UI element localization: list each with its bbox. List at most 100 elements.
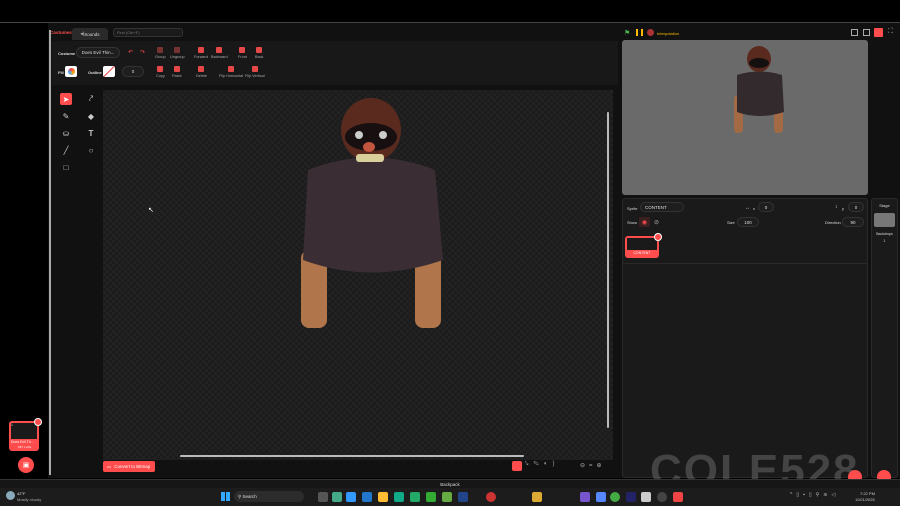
outline-width-input[interactable]: 0 [122, 66, 144, 77]
flip-horizontal-button[interactable]: Flip Horizontal [219, 66, 243, 78]
backward-button[interactable]: Backward [211, 47, 228, 59]
group-button[interactable]: Group [155, 47, 166, 59]
backpack-bar[interactable]: Backpack [0, 479, 900, 488]
app-icon[interactable] [346, 492, 356, 502]
delete-sprite-icon[interactable] [654, 233, 662, 241]
zoom-reset-icon[interactable]: = [589, 463, 597, 469]
forward-button[interactable]: Forward [194, 47, 208, 59]
sprite-label: Sprite [627, 206, 638, 211]
costume-name-input[interactable]: Does Evil Thin... [76, 47, 120, 58]
app-icon[interactable] [486, 492, 496, 502]
rectangle-tool-icon[interactable]: □ [60, 161, 72, 173]
paint-canvas[interactable] [103, 90, 613, 460]
tab-sounds[interactable]: ◂) Sounds [72, 28, 108, 40]
file-explorer-icon[interactable] [378, 492, 388, 502]
direction-input[interactable]: 90 [842, 217, 864, 227]
after-effects-icon[interactable] [626, 492, 636, 502]
system-tray-icons[interactable]: ^▯▪▯⚲≋◁ [790, 492, 839, 498]
app-icon[interactable] [580, 492, 590, 502]
stop-icon[interactable] [647, 29, 654, 36]
convert-to-bitmap-button[interactable]: ▭ Convert to Bitmap [103, 461, 155, 472]
add-costume-button[interactable]: ▣ [18, 457, 34, 473]
flip-vertical-label: Flip Vertical [245, 74, 265, 78]
color-palette-icon [67, 68, 75, 75]
undo-icon[interactable]: ↶ [128, 49, 133, 56]
paste-button[interactable]: Paste [172, 66, 182, 78]
circle-tool-icon[interactable]: ○ [85, 144, 97, 156]
show-hidden-icon[interactable]: ⊘ [651, 217, 662, 227]
clock-time[interactable]: 7:22 PM [860, 491, 875, 496]
copy-button[interactable]: Copy [156, 66, 165, 78]
minecraft-icon[interactable] [442, 492, 452, 502]
normal-stage-icon[interactable] [863, 29, 870, 36]
ungroup-button[interactable]: Ungroup [170, 47, 185, 59]
x-input[interactable]: 0 [758, 202, 774, 212]
sprite-item[interactable]: CONTENT [625, 233, 662, 258]
back-button[interactable]: Back [255, 47, 263, 59]
horizontal-scrollbar[interactable] [180, 455, 524, 457]
pause-icon[interactable] [636, 29, 643, 36]
flip-horizontal-icon [228, 66, 235, 72]
y-input[interactable]: 0 [848, 202, 864, 212]
zoom-controls[interactable]: ⊖=⊕ [580, 462, 606, 469]
app-icon[interactable] [362, 492, 372, 502]
sprite-name-input[interactable]: CONTENT [640, 202, 684, 212]
vector-mode-icon[interactable] [512, 461, 522, 471]
no-outline-icon [103, 66, 115, 77]
redo-icon[interactable]: ↷ [140, 49, 145, 56]
shape-mode-icons[interactable]: ⤥✎◐) [525, 461, 559, 468]
find-input[interactable] [113, 28, 183, 37]
clock-date[interactable]: 11/01/2025 [855, 497, 875, 502]
sprite-name: CONTENT [633, 251, 651, 255]
windows-start-icon[interactable] [221, 492, 230, 501]
delete-button[interactable]: Delete [196, 66, 207, 78]
taskbar-search[interactable]: ⚲ Search [234, 491, 304, 502]
line-tool-icon[interactable]: ╱ [60, 144, 72, 156]
brush-tool-icon[interactable]: ✎ [60, 110, 72, 122]
flip-horizontal-label: Flip Horizontal [219, 74, 244, 78]
zoom-out-icon[interactable]: ⊖ [580, 463, 589, 469]
front-label: Front [238, 55, 247, 59]
vertical-scrollbar[interactable] [607, 112, 609, 428]
steam-icon[interactable] [458, 492, 468, 502]
task-view-icon[interactable] [318, 492, 328, 502]
turbowarp-icon[interactable] [673, 492, 683, 502]
app-icon[interactable] [410, 492, 420, 502]
ungroup-icon [174, 47, 181, 53]
tab-costumes[interactable]: Costumes [50, 30, 72, 35]
app-icon[interactable] [641, 492, 651, 502]
outline-swatch[interactable] [103, 66, 115, 77]
discord-icon[interactable] [596, 492, 606, 502]
text-tool-icon[interactable]: T [85, 127, 97, 139]
backdrops-label: Backdrops [876, 232, 893, 236]
costume-character-image [301, 98, 443, 328]
fullscreen-icon[interactable]: ⛶ [888, 28, 893, 36]
costume-list-scrollbar[interactable] [49, 30, 51, 475]
fill-swatch[interactable] [65, 66, 77, 77]
flip-vertical-button[interactable]: Flip Vertical [245, 66, 265, 78]
app-icon[interactable] [332, 492, 342, 502]
stage-canvas[interactable] [622, 40, 868, 195]
group-icon [157, 47, 164, 53]
green-flag-icon[interactable]: ⚑ [624, 29, 631, 37]
add-costume-icon: ▣ [22, 462, 30, 469]
delete-costume-icon[interactable] [34, 418, 42, 426]
xbox-icon[interactable] [426, 492, 436, 502]
costume-item[interactable]: 1 Does Evil Th... 187 x 244 [9, 418, 42, 451]
edge-icon[interactable] [394, 492, 404, 502]
chrome-icon[interactable] [610, 492, 620, 502]
large-stage-icon[interactable] [874, 28, 883, 37]
size-input[interactable]: 100 [737, 217, 759, 227]
small-stage-icon[interactable] [851, 29, 858, 36]
stage-title: Stage [879, 203, 890, 208]
show-visible-icon[interactable]: ◉ [639, 217, 650, 227]
app-icon[interactable] [532, 492, 542, 502]
zoom-in-icon[interactable]: ⊕ [597, 463, 606, 469]
front-button[interactable]: Front [238, 47, 247, 59]
eraser-tool-icon[interactable]: ◆ [85, 110, 97, 122]
fill-tool-icon[interactable]: ⛀ [60, 127, 72, 139]
obs-icon[interactable] [657, 492, 667, 502]
backward-label: Backward [211, 55, 228, 59]
reshape-tool-icon[interactable]: ⤤ [85, 93, 97, 105]
select-tool-icon[interactable]: ➤ [60, 93, 72, 105]
